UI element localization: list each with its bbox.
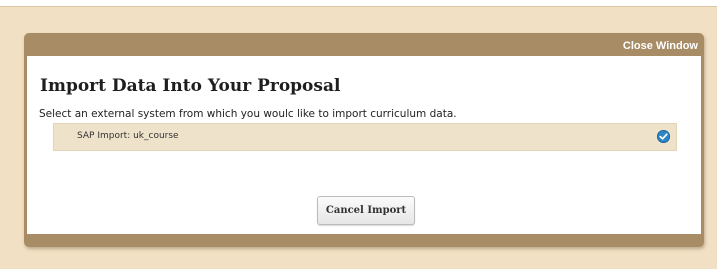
dialog-instructions: Select an external system from which you… bbox=[39, 108, 457, 120]
import-option-row[interactable]: SAP Import: uk_course bbox=[53, 123, 677, 151]
cancel-import-button[interactable]: Cancel Import bbox=[317, 196, 415, 225]
import-option-label: SAP Import: uk_course bbox=[77, 131, 179, 141]
import-dialog: Close Window Import Data Into Your Propo… bbox=[24, 33, 704, 247]
dialog-body: Import Data Into Your Proposal Select an… bbox=[27, 56, 701, 234]
page-top-strip bbox=[0, 0, 717, 7]
checkmark-glyph bbox=[659, 133, 668, 140]
dialog-title: Import Data Into Your Proposal bbox=[40, 76, 341, 96]
checkmark-circle-icon bbox=[657, 130, 670, 143]
close-window-link[interactable]: Close Window bbox=[623, 40, 698, 52]
